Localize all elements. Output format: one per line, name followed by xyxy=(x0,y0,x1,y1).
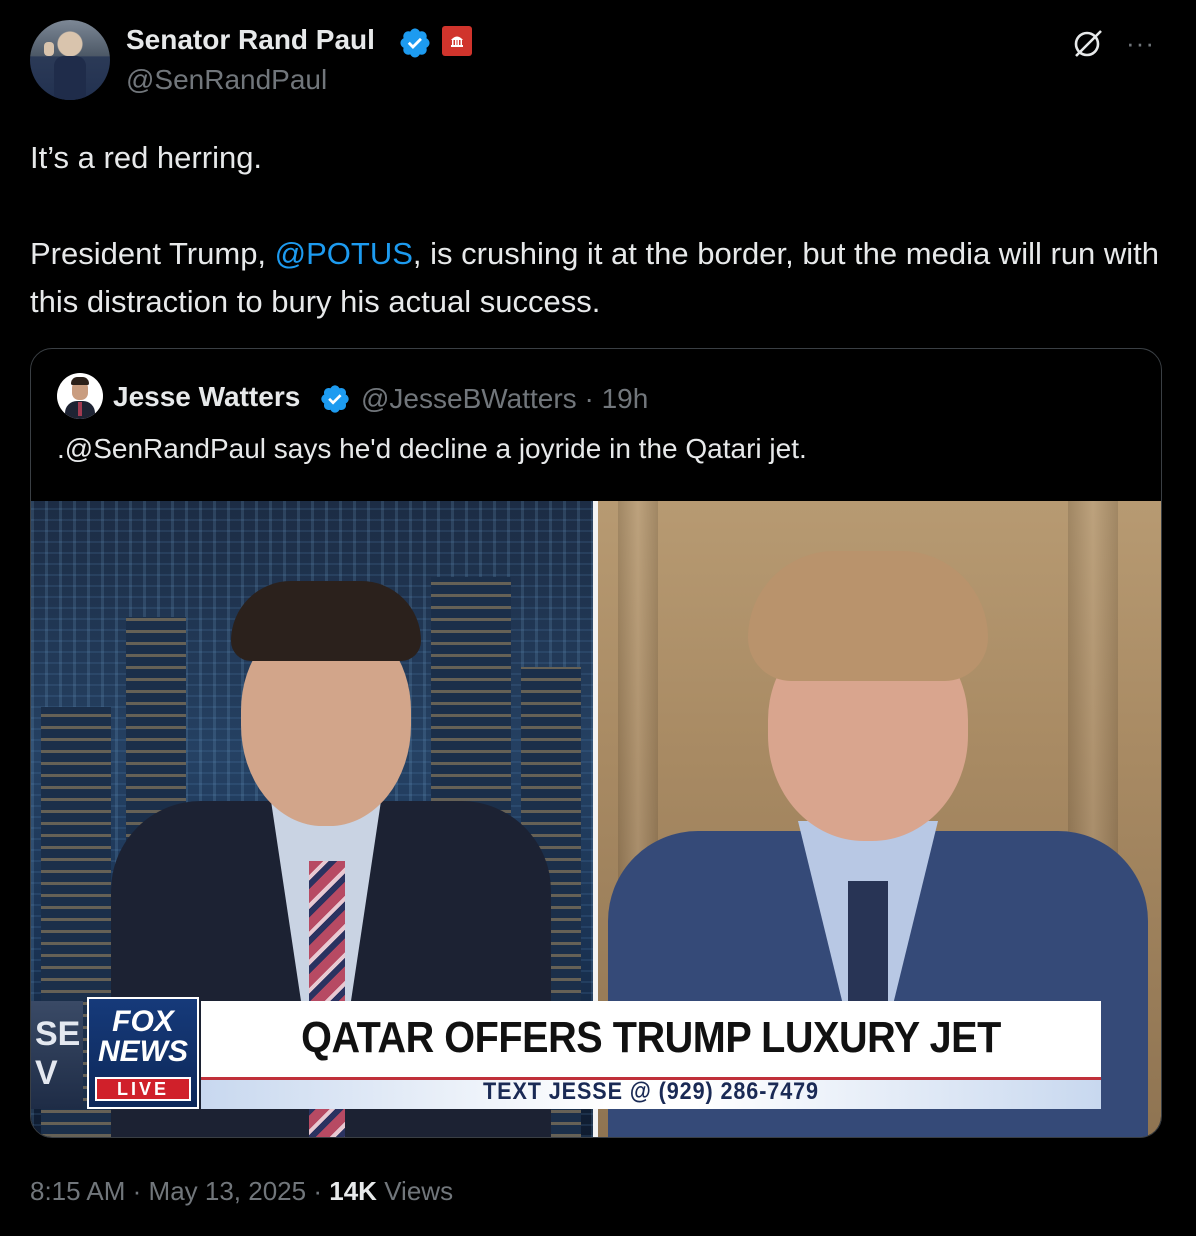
verified-badge-icon xyxy=(321,385,349,413)
quoted-time[interactable]: 19h xyxy=(602,383,649,414)
ticker-headline: QATAR OFFERS TRUMP LUXURY JET xyxy=(301,1013,1001,1062)
mention-link[interactable]: @POTUS xyxy=(275,236,413,271)
footer-separator: · xyxy=(132,1176,142,1206)
guest-tie xyxy=(848,881,888,1001)
grok-icon[interactable] xyxy=(1070,26,1106,62)
tweet-metadata: 8:15 AM · May 13, 2025 · 14K Views xyxy=(30,1176,453,1207)
quoted-video[interactable]: SE V QATAR OFFERS TRUMP LUXURY JET TEXT … xyxy=(31,501,1161,1137)
author-name[interactable]: Senator Rand Paul xyxy=(126,24,375,56)
news-ticker: QATAR OFFERS TRUMP LUXURY JET xyxy=(201,1001,1101,1085)
ticker-left-text: SE V xyxy=(35,1015,81,1092)
ticker-subline: TEXT JESSE @ (929) 286-7479 xyxy=(483,1078,819,1105)
tweet-text: It’s a red herring. President Trump, @PO… xyxy=(30,134,1170,326)
tweet-time[interactable]: 8:15 AM xyxy=(30,1176,125,1206)
author-avatar[interactable] xyxy=(30,20,110,100)
fox-news-logo: FOX NEWS LIVE xyxy=(87,997,199,1109)
author-handle[interactable]: @SenRandPaul xyxy=(126,64,327,96)
tweet-paragraph-2: President Trump, @POTUS, is crushing it … xyxy=(30,230,1170,326)
quoted-text: .@SenRandPaul says he'd decline a joyrid… xyxy=(57,433,807,464)
host-hair xyxy=(231,581,421,661)
quoted-handle-time: @JesseBWatters · 19h xyxy=(361,383,648,415)
live-badge: LIVE xyxy=(95,1077,191,1101)
views-count: 14K xyxy=(329,1176,377,1206)
views-label: Views xyxy=(384,1176,454,1206)
verified-badge-icon xyxy=(400,28,430,58)
guest-hair xyxy=(748,551,988,681)
government-badge-icon xyxy=(442,26,472,56)
quoted-tweet[interactable]: Jesse Watters @JesseBWatters · 19h .@Sen… xyxy=(30,348,1162,1138)
more-icon[interactable]: ··· xyxy=(1126,28,1155,59)
footer-separator: · xyxy=(313,1176,323,1206)
quoted-avatar-hair xyxy=(71,377,89,385)
capitol-icon xyxy=(451,36,463,47)
quoted-avatar[interactable] xyxy=(57,373,103,419)
quoted-handle[interactable]: @JesseBWatters xyxy=(361,383,577,414)
tweet-line-1: It’s a red herring. xyxy=(30,140,263,175)
ticker-strip: TEXT JESSE @ (929) 286-7479 xyxy=(201,1077,1101,1109)
tweet-text-part: President Trump, xyxy=(30,236,275,271)
quoted-separator: · xyxy=(584,383,594,414)
tweet-date[interactable]: May 13, 2025 xyxy=(149,1176,307,1206)
quoted-author-name[interactable]: Jesse Watters xyxy=(113,381,300,413)
avatar-suit xyxy=(54,56,86,100)
fox-logo-line2: NEWS xyxy=(98,1035,188,1068)
quoted-avatar-tie xyxy=(78,402,82,416)
avatar-hand xyxy=(44,42,54,56)
ticker-left-strip: SE V xyxy=(31,1001,83,1109)
fox-logo-line1: FOX xyxy=(112,1005,174,1038)
